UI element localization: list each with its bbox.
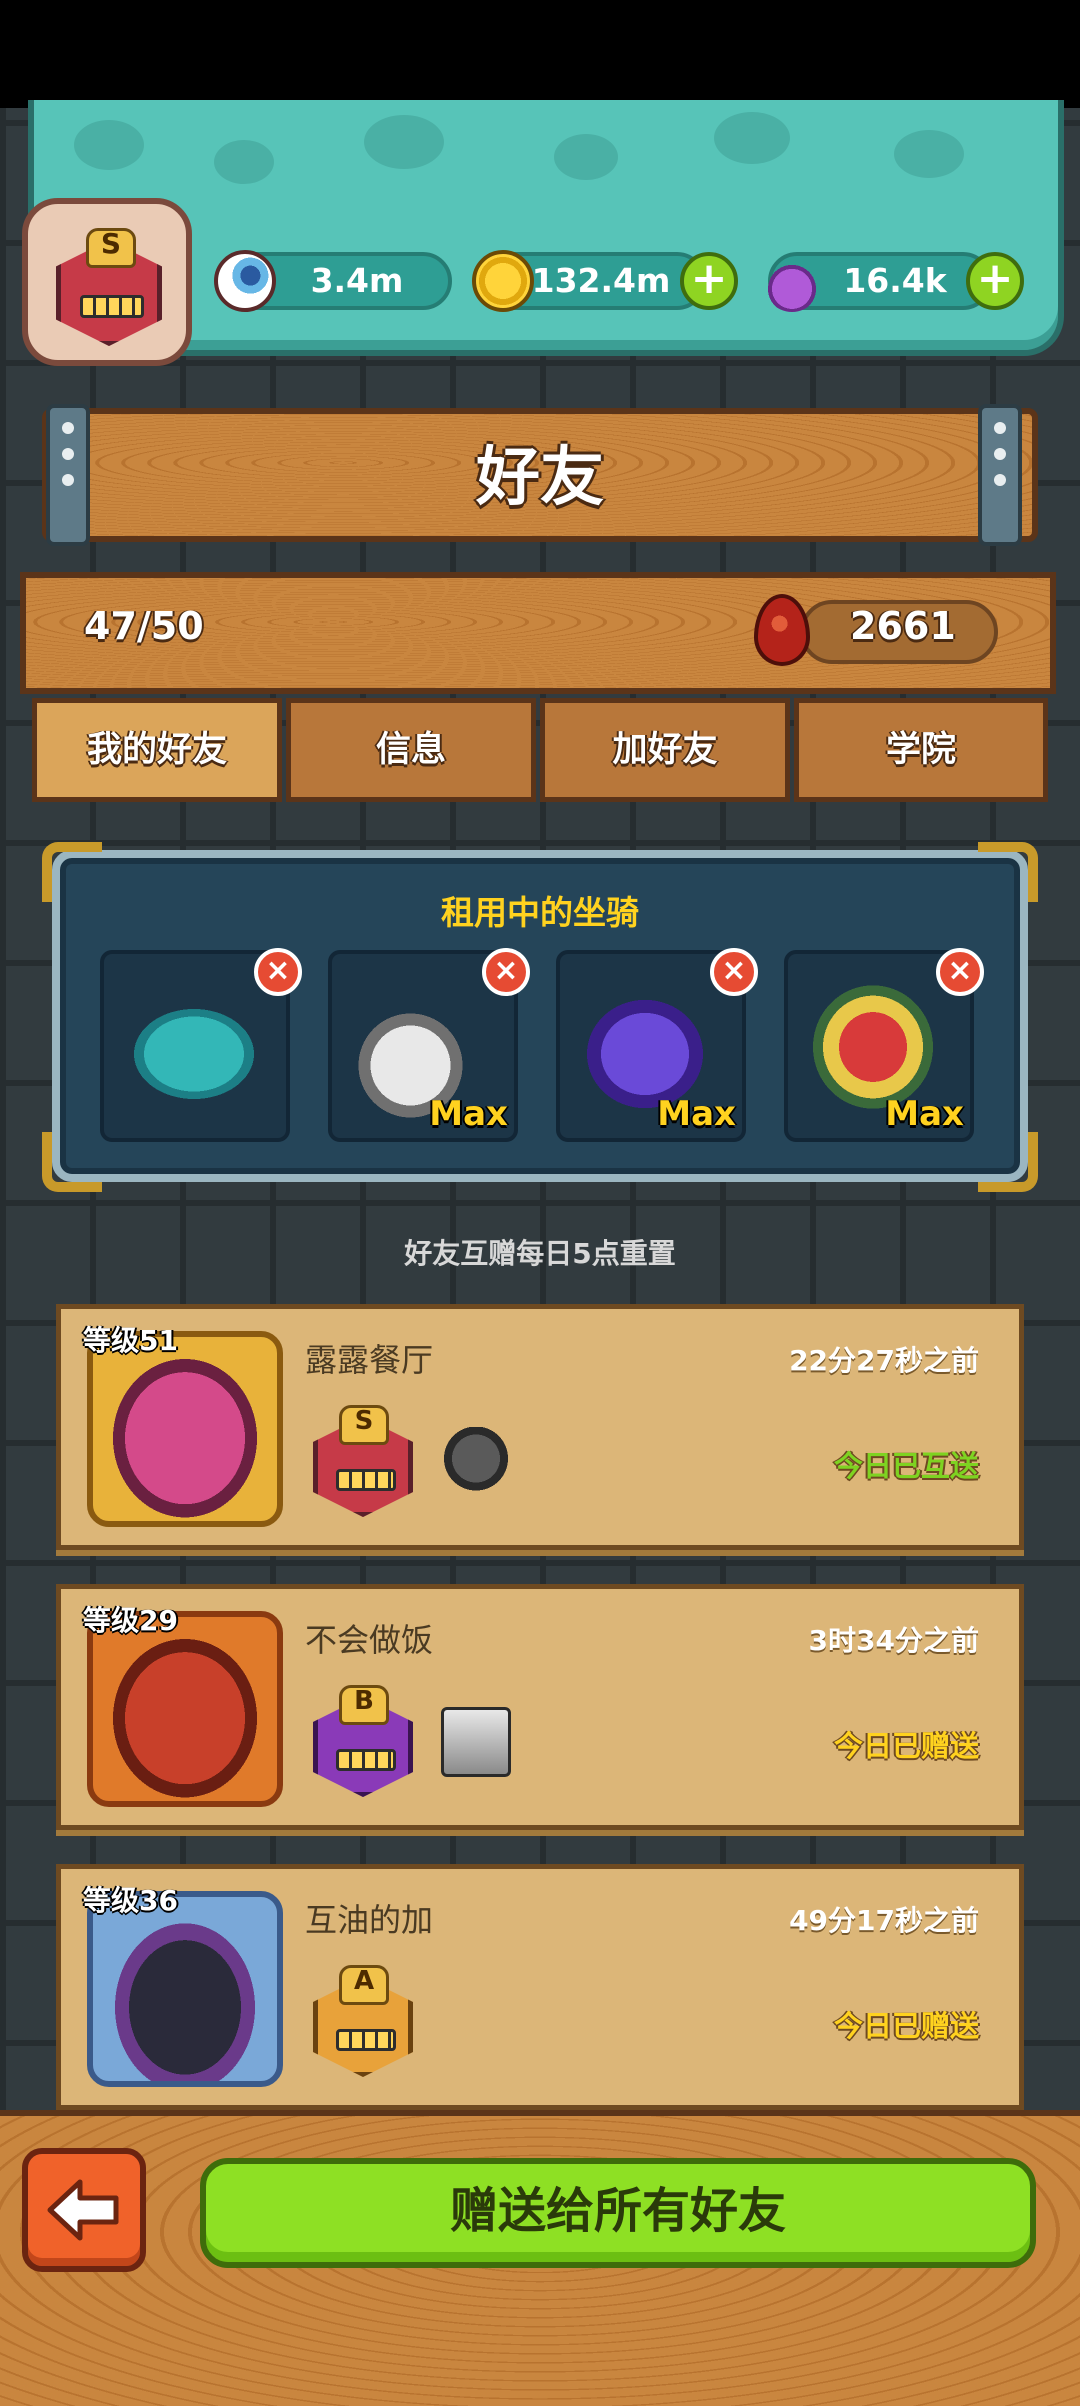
mount-max-label: Max [657,1094,736,1134]
remove-mount-button[interactable]: × [254,948,302,996]
friend-rank-badge: S [309,1405,415,1517]
back-button[interactable] [22,2148,146,2272]
gift-status: 今日已赠送 [833,2009,979,2043]
last-online: 22分27秒之前 [789,1344,979,1377]
rank-letter: B [354,1686,374,1716]
mounts-title: 租用中的坐骑 [441,893,639,932]
rank-letter: S [100,227,122,260]
tab-messages[interactable]: 信息 [286,698,536,802]
dragon-mount-icon [114,994,274,1114]
friend-count: 47/50 [84,604,204,648]
coin-icon [472,250,534,312]
close-icon: × [947,953,973,988]
plus-icon: + [690,253,728,304]
send-to-all-friends-button[interactable]: 赠送给所有好友 [200,2158,1036,2268]
last-online: 3时34分之前 [808,1624,979,1657]
last-online: 49分17秒之前 [789,1904,979,1937]
remove-mount-button[interactable]: × [710,948,758,996]
panel-corner [42,1132,102,1192]
page-title: 好友 [476,441,604,515]
friend-rank-badge: B [309,1685,415,1797]
player-avatar[interactable]: S [22,198,192,366]
remove-mount-button[interactable]: × [482,948,530,996]
status-bar [0,0,1080,108]
potion-icon [762,246,822,312]
friend-avatar [87,1611,283,1807]
mount-max-label: Max [429,1094,508,1134]
coin-amount: 132.4m [531,261,671,300]
eyeball-icon [214,250,276,312]
tab-add-friend[interactable]: 加好友 [540,698,790,802]
close-icon: × [721,953,747,988]
close-icon: × [493,953,519,988]
buy-potions-button[interactable]: + [966,252,1024,310]
remove-mount-button[interactable]: × [936,948,984,996]
buy-coins-button[interactable]: + [680,252,738,310]
friend-name: 不会做饭 [305,1621,434,1659]
rank-letter: S [354,1406,374,1436]
friend-name: 露露餐厅 [305,1341,434,1379]
friend-rank-badge: A [309,1965,415,2077]
friend-avatar [87,1891,283,2087]
close-icon: × [265,953,291,988]
friend-name: 互油的加 [305,1901,434,1939]
friend-level: 等级36 [83,1884,178,1917]
friend-card[interactable]: 等级36 互油的加 49分17秒之前 今日已赠送 A [56,1864,1024,2110]
friend-avatar [87,1331,283,1527]
friend-level: 等级51 [83,1324,178,1357]
back-arrow-icon [47,2179,119,2241]
friend-card[interactable]: 等级51 露露餐厅 22分27秒之前 今日已互送 S [56,1304,1024,1550]
cauldron-mount-icon [441,1427,511,1497]
gift-status: 今日已互送 [833,1449,979,1483]
friend-card[interactable]: 等级29 不会做饭 3时34分之前 今日已赠送 B [56,1584,1024,1830]
robot-mount-icon [441,1707,511,1777]
plus-icon: + [976,253,1014,304]
tab-my-friends[interactable]: 我的好友 [32,698,282,802]
blood-amount: 2661 [850,604,956,648]
reset-note: 好友互赠每日5点重置 [404,1237,676,1270]
gift-status: 今日已赠送 [833,1729,979,1763]
eyeball-amount: 3.4m [310,261,404,300]
tab-academy[interactable]: 学院 [794,698,1048,802]
mount-max-label: Max [885,1094,964,1134]
potion-amount: 16.4k [843,261,947,300]
panel-corner [978,1132,1038,1192]
rank-letter: A [353,1966,375,1996]
friend-level: 等级29 [83,1604,178,1637]
